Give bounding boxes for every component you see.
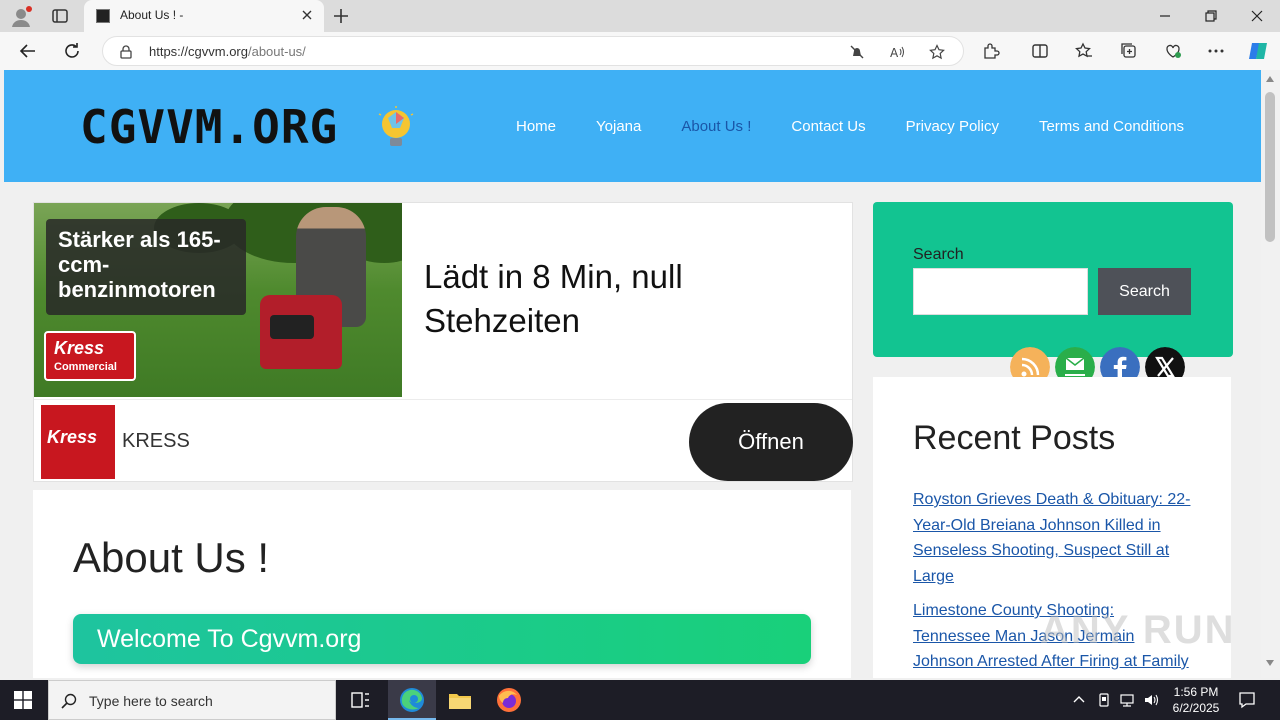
url-host: https://cgvvm.org xyxy=(149,44,248,59)
nav-privacy-policy[interactable]: Privacy Policy xyxy=(906,118,999,135)
nav-home[interactable]: Home xyxy=(516,118,556,135)
welcome-text: Welcome To Cgvvm.org xyxy=(97,625,362,653)
search-widget: Search Search xyxy=(873,202,1233,357)
browser-tab-bar: About Us ! - xyxy=(0,0,1280,32)
refresh-icon[interactable] xyxy=(63,42,81,60)
windows-start-icon[interactable] xyxy=(14,691,32,709)
recent-posts-title: Recent Posts xyxy=(913,419,1116,457)
volume-icon[interactable] xyxy=(1143,692,1159,708)
address-toolbar: https://cgvvm.org/about-us/ A xyxy=(0,32,1280,70)
profile-icon[interactable] xyxy=(10,6,32,28)
extensions-icon[interactable] xyxy=(982,42,1000,60)
ad-footer: Kress KRESS Öffnen xyxy=(34,399,853,481)
taskbar-search-placeholder: Type here to search xyxy=(89,693,213,709)
advertisement[interactable]: Stärker als 165-ccm-benzinmotoren Kress … xyxy=(33,202,853,482)
read-aloud-icon[interactable]: A xyxy=(889,44,905,60)
close-window-icon[interactable] xyxy=(1249,8,1265,24)
nav-contact-us[interactable]: Contact Us xyxy=(791,118,865,135)
tab-actions-icon[interactable] xyxy=(52,8,68,24)
ad-headline[interactable]: Lädt in 8 Min, null Stehzeiten xyxy=(424,255,824,343)
firefox-icon[interactable] xyxy=(495,686,523,714)
page-viewport: CGVVM.ORG Home Yojana About Us ! Contact… xyxy=(4,70,1261,678)
collections-icon[interactable] xyxy=(1120,42,1138,60)
close-tab-icon[interactable] xyxy=(300,8,314,22)
recent-post-link[interactable]: Royston Grieves Death & Obituary: 22-Yea… xyxy=(913,487,1193,589)
device-tray-icon[interactable] xyxy=(1096,692,1112,708)
kress-commercial-badge: Kress Commercial xyxy=(44,331,136,381)
search-button[interactable]: Search xyxy=(1098,268,1191,315)
url-text[interactable]: https://cgvvm.org/about-us/ xyxy=(149,44,306,59)
scroll-up-icon[interactable] xyxy=(1266,76,1274,82)
main-navigation: Home Yojana About Us ! Contact Us Privac… xyxy=(516,118,1224,135)
system-clock[interactable]: 1:56 PM 6/2/2025 xyxy=(1166,684,1226,716)
notifications-icon[interactable] xyxy=(1238,691,1256,709)
ad-open-button[interactable]: Öffnen xyxy=(689,403,853,481)
task-view-icon[interactable] xyxy=(346,686,374,714)
show-hidden-icons-chevron-icon[interactable] xyxy=(1071,692,1087,708)
search-icon xyxy=(61,693,77,709)
page-title: About Us ! xyxy=(73,534,270,581)
site-logo[interactable]: CGVVM.ORG xyxy=(80,100,338,154)
browser-tab-active[interactable]: About Us ! - xyxy=(84,0,324,32)
taskbar-search-box[interactable]: Type here to search xyxy=(48,680,336,720)
anyrun-watermark: ANY RUN xyxy=(1040,608,1236,652)
ad-caption: Stärker als 165-ccm-benzinmotoren xyxy=(58,227,221,302)
badge-brand: Kress xyxy=(54,338,105,358)
nav-terms-and-conditions[interactable]: Terms and Conditions xyxy=(1039,118,1184,135)
browser-essentials-icon[interactable] xyxy=(1164,42,1182,60)
clock-date: 6/2/2025 xyxy=(1172,701,1220,715)
restore-icon[interactable] xyxy=(1203,8,1219,24)
new-tab-icon[interactable] xyxy=(332,7,350,25)
page-scrollbar[interactable] xyxy=(1261,70,1280,678)
content-card: About Us ! Welcome To Cgvvm.org xyxy=(33,490,851,678)
scrollbar-thumb[interactable] xyxy=(1265,92,1275,242)
ad-brand-name[interactable]: KRESS xyxy=(122,430,190,453)
site-favicon-icon xyxy=(96,9,110,23)
edge-browser-icon[interactable] xyxy=(398,686,426,714)
network-icon[interactable] xyxy=(1119,692,1135,708)
split-screen-icon[interactable] xyxy=(1031,42,1049,60)
welcome-banner: Welcome To Cgvvm.org xyxy=(73,614,811,664)
search-label: Search xyxy=(913,246,964,263)
more-options-icon[interactable] xyxy=(1207,42,1225,60)
scroll-down-icon[interactable] xyxy=(1266,660,1274,666)
favorites-icon[interactable] xyxy=(1075,42,1093,60)
favorite-star-icon[interactable] xyxy=(929,44,945,60)
svg-text:A: A xyxy=(890,46,899,60)
kress-logo-text: Kress xyxy=(47,427,98,447)
kress-logo[interactable]: Kress xyxy=(41,405,115,479)
tracking-prevention-icon[interactable] xyxy=(849,44,865,60)
url-path: /about-us/ xyxy=(247,44,306,59)
search-input[interactable] xyxy=(913,268,1088,315)
tab-title: About Us ! - xyxy=(120,8,184,22)
windows-taskbar: Type here to search 1:56 PM 6/2/2025 xyxy=(0,680,1280,720)
copilot-icon[interactable] xyxy=(1247,40,1269,62)
ad-image[interactable]: Stärker als 165-ccm-benzinmotoren Kress … xyxy=(34,203,402,397)
badge-sub: Commercial xyxy=(54,361,117,373)
back-icon[interactable] xyxy=(19,42,37,60)
clock-time: 1:56 PM xyxy=(1173,685,1219,699)
minimize-icon[interactable] xyxy=(1157,8,1173,24)
address-field[interactable]: https://cgvvm.org/about-us/ A xyxy=(102,36,964,66)
site-header: CGVVM.ORG Home Yojana About Us ! Contact… xyxy=(4,70,1261,182)
lightbulb-logo-icon xyxy=(378,106,414,146)
nav-about-us[interactable]: About Us ! xyxy=(681,118,751,135)
nav-yojana[interactable]: Yojana xyxy=(596,118,641,135)
lock-icon[interactable] xyxy=(119,45,133,59)
file-explorer-icon[interactable] xyxy=(446,686,474,714)
